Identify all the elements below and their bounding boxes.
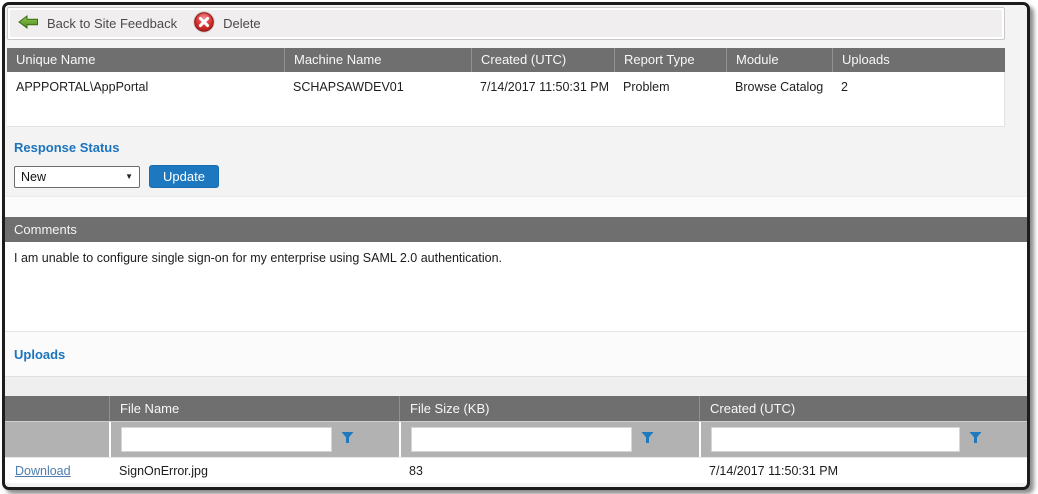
uploads-table-header: File Name File Size (KB) Created (UTC) [5,396,1027,421]
comments-header-bar: Comments [5,217,1027,242]
dropdown-selected-value: New [21,170,46,184]
column-header-module: Module [726,48,832,72]
column-header-file-size: File Size (KB) [399,396,699,421]
column-header-upload-created: Created (UTC) [699,396,1027,421]
uploads-table: File Name File Size (KB) Created (UTC) [5,396,1027,483]
filter-funnel-icon[interactable] [341,431,354,449]
cell-machine-name: SCHAPSAWDEV01 [284,72,471,126]
delete-button-label: Delete [223,16,261,31]
uploads-heading-strip: Uploads [5,332,1027,376]
filter-cell-empty [5,422,109,457]
filter-cell-file-name [109,422,399,457]
uploads-filter-row [5,421,1027,457]
uploads-table-row: Download SignOnError.jpg 83 7/14/2017 11… [5,457,1027,483]
filter-cell-created [699,422,1027,457]
response-status-section: Response Status New ▼ Update [5,127,1027,196]
column-header-action [5,396,109,421]
column-header-machine-name: Machine Name [284,48,471,72]
cell-uploads: 2 [832,72,1004,126]
comments-header-label: Comments [14,222,77,237]
cell-created: 7/14/2017 11:50:31 PM [471,72,614,126]
cell-report-type: Problem [614,72,726,126]
response-status-label: Response Status [14,127,1027,155]
feedback-detail-window: Back to Site Feedback Delete U [2,2,1030,490]
filter-funnel-icon[interactable] [641,431,654,449]
back-button-label: Back to Site Feedback [47,16,177,31]
column-header-unique-name: Unique Name [7,48,284,72]
column-header-created: Created (UTC) [471,48,614,72]
filter-funnel-icon[interactable] [969,431,982,449]
cell-module: Browse Catalog [726,72,832,126]
report-table-header: Unique Name Machine Name Created (UTC) R… [7,48,1005,72]
back-arrow-icon [18,15,39,32]
cell-file-name: SignOnError.jpg [109,458,399,483]
download-link[interactable]: Download [15,464,71,478]
back-to-site-feedback-button[interactable]: Back to Site Feedback [18,15,177,32]
delete-icon [193,11,215,36]
cell-file-size: 83 [399,458,699,483]
comment-text: I am unable to configure single sign-on … [14,251,502,265]
report-table-row: APPPORTAL\AppPortal SCHAPSAWDEV01 7/14/2… [7,72,1005,127]
update-button-label: Update [163,169,205,184]
filter-cell-file-size [399,422,699,457]
delete-button[interactable]: Delete [193,11,261,36]
chevron-down-icon: ▼ [125,172,133,181]
file-size-filter-input[interactable] [411,427,632,452]
update-button[interactable]: Update [149,165,219,188]
uploads-table-spacer [5,376,1027,396]
cell-unique-name: APPPORTAL\AppPortal [7,72,284,126]
column-header-file-name: File Name [109,396,399,421]
response-status-dropdown[interactable]: New ▼ [14,166,140,188]
report-table: Unique Name Machine Name Created (UTC) R… [7,48,1005,127]
column-header-report-type: Report Type [614,48,726,72]
comments-body: I am unable to configure single sign-on … [5,242,1027,332]
uploads-heading: Uploads [14,347,65,362]
toolbar: Back to Site Feedback Delete [7,7,1005,40]
file-name-filter-input[interactable] [121,427,332,452]
created-filter-input[interactable] [711,427,960,452]
spacer-strip [5,196,1027,217]
column-header-uploads: Uploads [832,48,1005,72]
cell-upload-created: 7/14/2017 11:50:31 PM [699,458,1027,483]
